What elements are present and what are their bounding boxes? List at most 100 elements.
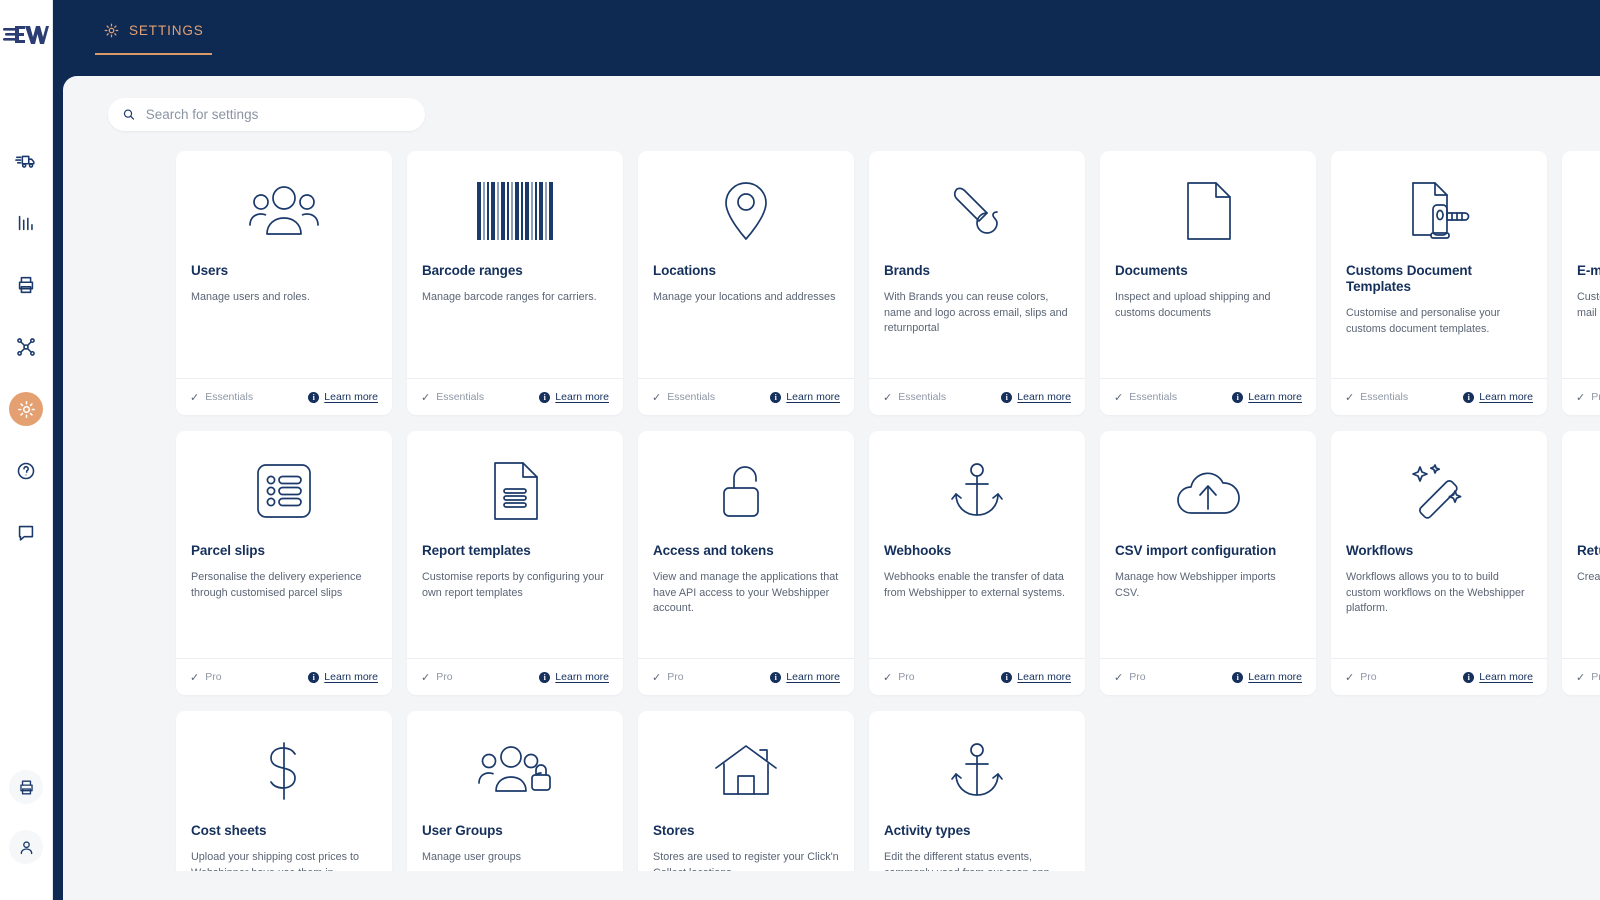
card-description: Personalise the delivery experience thro… bbox=[191, 571, 362, 599]
info-icon: i bbox=[1001, 391, 1013, 403]
card-description: Stores are used to register your Click'n… bbox=[653, 851, 839, 871]
app-logo[interactable] bbox=[0, 0, 52, 70]
tier-label: Pro bbox=[1591, 391, 1600, 403]
card-footer: ✓ Essentials i Learn more bbox=[407, 378, 623, 415]
settings-card[interactable]: Users Manage users and roles. ✓ Essentia… bbox=[176, 151, 392, 415]
bar-chart-icon bbox=[18, 215, 33, 231]
tier-badge: ✓ Essentials bbox=[421, 391, 484, 404]
card-footer: ✓ Essentials i Learn more bbox=[638, 378, 854, 415]
settings-card[interactable]: Documents Inspect and upload shipping an… bbox=[1100, 151, 1316, 415]
settings-card[interactable]: Cost sheets Upload your shipping cost pr… bbox=[176, 711, 392, 871]
card-icon-wrap bbox=[407, 431, 623, 543]
card-body: Workflows Workflows allows you to to bui… bbox=[1331, 543, 1547, 658]
learn-more-link[interactable]: i Learn more bbox=[539, 671, 609, 683]
settings-card[interactable]: E-mail templates Customise and personali… bbox=[1562, 151, 1600, 415]
learn-more-link[interactable]: i Learn more bbox=[770, 391, 840, 403]
learn-more-label: Learn more bbox=[1017, 391, 1071, 403]
card-footer: ✓ Essentials i Learn more bbox=[1100, 378, 1316, 415]
settings-card[interactable]: Returns Create and manage returns ✓ Pro … bbox=[1562, 431, 1600, 695]
integrations-icon bbox=[17, 338, 35, 356]
card-icon-wrap bbox=[407, 151, 623, 263]
learn-more-link[interactable]: i Learn more bbox=[539, 391, 609, 403]
tier-badge: ✓ Essentials bbox=[190, 391, 253, 404]
settings-card[interactable]: User Groups Manage user groups ✓ Essenti… bbox=[407, 711, 623, 871]
tier-label: Pro bbox=[1360, 671, 1377, 683]
card-description: Manage users and roles. bbox=[191, 291, 310, 304]
check-icon: ✓ bbox=[652, 671, 662, 684]
settings-card[interactable]: Access and tokens View and manage the ap… bbox=[638, 431, 854, 695]
settings-cards-scroll[interactable]: Users Manage users and roles. ✓ Essentia… bbox=[63, 131, 1600, 871]
check-icon: ✓ bbox=[883, 391, 893, 404]
settings-card[interactable]: Parcel slips Personalise the delivery ex… bbox=[176, 431, 392, 695]
card-title: Returns bbox=[1577, 543, 1600, 558]
sidebar-item-settings[interactable] bbox=[9, 392, 43, 426]
learn-more-link[interactable]: i Learn more bbox=[1232, 671, 1302, 683]
sidebar-item-analytics[interactable] bbox=[9, 206, 43, 240]
tier-badge: ✓ Pro bbox=[421, 671, 453, 684]
user-groups-icon bbox=[478, 746, 551, 792]
settings-card[interactable]: Webhooks Webhooks enable the transfer of… bbox=[869, 431, 1085, 695]
sidebar-nav-bottom bbox=[9, 770, 43, 864]
left-sidebar bbox=[0, 0, 53, 900]
printer-icon bbox=[18, 276, 34, 294]
sidebar-item-integrations[interactable] bbox=[9, 330, 43, 364]
parcel-slip-list-icon bbox=[257, 464, 311, 518]
learn-more-label: Learn more bbox=[1248, 671, 1302, 683]
settings-card[interactable]: Workflows Workflows allows you to to bui… bbox=[1331, 431, 1547, 695]
settings-card[interactable]: Locations Manage your locations and addr… bbox=[638, 151, 854, 415]
settings-card[interactable]: CSV import configuration Manage how Webs… bbox=[1100, 431, 1316, 695]
search-input[interactable] bbox=[145, 107, 411, 122]
webshipper-logo-icon bbox=[3, 26, 49, 44]
settings-card[interactable]: Customs Document Templates Customise and… bbox=[1331, 151, 1547, 415]
sidebar-item-printing[interactable] bbox=[9, 268, 43, 302]
settings-card[interactable]: Report templates Customise reports by co… bbox=[407, 431, 623, 695]
card-body: Customs Document Templates Customise and… bbox=[1331, 263, 1547, 378]
learn-more-link[interactable]: i Learn more bbox=[308, 671, 378, 683]
search-box[interactable] bbox=[108, 98, 425, 131]
card-body: Parcel slips Personalise the delivery ex… bbox=[176, 543, 392, 658]
card-footer: ✓ Pro i Learn more bbox=[1562, 658, 1600, 695]
settings-card[interactable]: Activity types Edit the different status… bbox=[869, 711, 1085, 871]
card-footer: ✓ Essentials i Learn more bbox=[869, 378, 1085, 415]
sidebar-item-help[interactable] bbox=[9, 454, 43, 488]
info-icon: i bbox=[1463, 391, 1475, 403]
check-icon: ✓ bbox=[1345, 391, 1355, 404]
learn-more-link[interactable]: i Learn more bbox=[1463, 391, 1533, 403]
sidebar-item-printer[interactable] bbox=[9, 770, 43, 804]
tab-settings[interactable]: SETTINGS bbox=[95, 18, 212, 55]
anchor-icon bbox=[951, 463, 1003, 516]
learn-more-link[interactable]: i Learn more bbox=[1463, 671, 1533, 683]
learn-more-label: Learn more bbox=[555, 391, 609, 403]
card-title: Users bbox=[191, 263, 229, 278]
learn-more-link[interactable]: i Learn more bbox=[308, 391, 378, 403]
card-body: Access and tokens View and manage the ap… bbox=[638, 543, 854, 658]
settings-card[interactable]: Brands With Brands you can reuse colors,… bbox=[869, 151, 1085, 415]
tier-badge: ✓ Essentials bbox=[883, 391, 946, 404]
info-icon: i bbox=[308, 391, 320, 403]
tier-label: Essentials bbox=[1129, 391, 1178, 403]
settings-card[interactable]: Stores Stores are used to register your … bbox=[638, 711, 854, 871]
tier-badge: ✓ Essentials bbox=[652, 391, 715, 404]
card-description: Inspect and upload shipping and customs … bbox=[1115, 291, 1271, 319]
paintbrush-icon bbox=[953, 187, 998, 234]
tier-badge: ✓ Pro bbox=[1576, 671, 1600, 684]
card-description: Workflows allows you to to build custom … bbox=[1346, 571, 1525, 615]
sidebar-item-shipments[interactable] bbox=[9, 144, 43, 178]
card-title: Barcode ranges bbox=[422, 263, 523, 278]
dollar-icon bbox=[270, 742, 296, 800]
tier-label: Essentials bbox=[205, 391, 254, 403]
card-body: Webhooks Webhooks enable the transfer of… bbox=[869, 543, 1085, 658]
learn-more-link[interactable]: i Learn more bbox=[770, 671, 840, 683]
sidebar-item-account[interactable] bbox=[9, 830, 43, 864]
info-icon: i bbox=[539, 391, 551, 403]
card-icon-wrap bbox=[1100, 431, 1316, 543]
settings-card[interactable]: Barcode ranges Manage barcode ranges for… bbox=[407, 151, 623, 415]
sidebar-item-support-chat[interactable] bbox=[9, 516, 43, 550]
card-description: Webhooks enable the transfer of data fro… bbox=[884, 571, 1066, 599]
learn-more-label: Learn more bbox=[786, 671, 840, 683]
tier-label: Pro bbox=[667, 671, 684, 683]
learn-more-link[interactable]: i Learn more bbox=[1232, 391, 1302, 403]
check-icon: ✓ bbox=[190, 391, 200, 404]
learn-more-link[interactable]: i Learn more bbox=[1001, 671, 1071, 683]
learn-more-link[interactable]: i Learn more bbox=[1001, 391, 1071, 403]
